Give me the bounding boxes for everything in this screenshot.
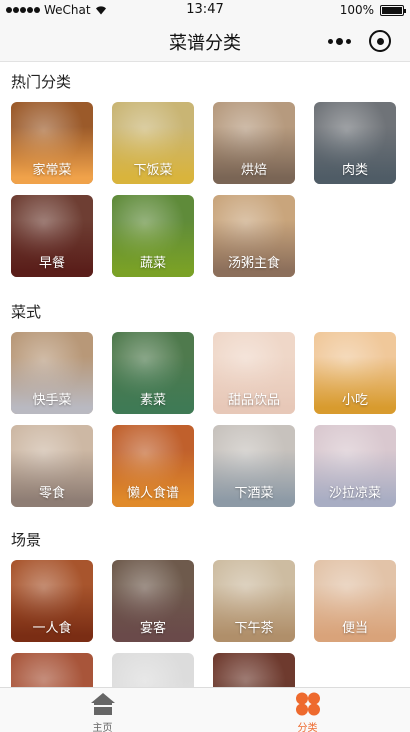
category-label: 宴客	[139, 621, 166, 636]
category-tile[interactable]: 便当	[314, 560, 396, 642]
category-tile[interactable]: 沙拉凉菜	[314, 425, 396, 507]
tab-home-label: 主页	[92, 723, 113, 732]
more-button[interactable]	[325, 32, 353, 50]
close-miniprogram-button[interactable]	[369, 30, 391, 52]
battery-icon	[380, 4, 406, 16]
category-tile[interactable]: 快手菜	[11, 332, 93, 414]
category-label: 懒人食谱	[126, 486, 179, 501]
section-title: 热门分类	[11, 73, 72, 91]
category-tile[interactable]	[112, 653, 194, 687]
nav-bar: 菜谱分类	[0, 20, 410, 62]
category-label: 肉类	[341, 163, 368, 178]
category-label: 零食	[38, 486, 65, 501]
battery-percent: 100%	[339, 3, 374, 17]
tile-color-overlay	[213, 653, 295, 687]
status-right: 100%	[339, 3, 406, 17]
category-label: 下饭菜	[133, 163, 173, 178]
category-tile[interactable]: 甜品饮品	[213, 332, 295, 414]
section-title: 场景	[11, 531, 42, 549]
category-tile[interactable]: 早餐	[11, 195, 93, 277]
section-title: 菜式	[11, 303, 42, 321]
tab-category-label: 分类	[297, 723, 318, 732]
category-tile[interactable]: 素菜	[112, 332, 194, 414]
category-icon	[295, 692, 320, 716]
category-label: 一人食	[32, 621, 72, 636]
tab-home[interactable]: 主页	[0, 688, 205, 732]
category-tile[interactable]: 宴客	[112, 560, 194, 642]
category-label: 甜品饮品	[227, 393, 280, 408]
category-label: 蔬菜	[139, 256, 166, 271]
category-tile[interactable]: 懒人食谱	[112, 425, 194, 507]
tab-bar: 主页 分类	[0, 687, 410, 732]
category-label: 早餐	[38, 256, 65, 271]
category-tile[interactable]: 肉类	[314, 102, 396, 184]
category-label: 小吃	[341, 393, 368, 408]
category-tile[interactable]: 零食	[11, 425, 93, 507]
category-label: 烘焙	[240, 163, 267, 178]
category-label: 家常菜	[32, 163, 72, 178]
category-label: 便当	[341, 621, 368, 636]
category-label: 沙拉凉菜	[328, 486, 381, 501]
category-tile[interactable]: 蔬菜	[112, 195, 194, 277]
home-icon	[90, 693, 115, 715]
category-tile[interactable]: 下饭菜	[112, 102, 194, 184]
status-bar: WeChat 13:47 100%	[0, 0, 410, 20]
category-label: 下午茶	[234, 621, 274, 636]
tab-category[interactable]: 分类	[205, 688, 410, 732]
tile-color-overlay	[112, 653, 194, 687]
category-label: 素菜	[139, 393, 166, 408]
category-content[interactable]: 热门分类家常菜 下饭菜 烘焙 肉类早餐 蔬菜 汤粥主食菜式快手菜 素菜 甜品饮品 小吃零食 懒人食…	[0, 63, 410, 687]
category-label: 汤粥主食	[227, 256, 280, 271]
category-label: 下酒菜	[234, 486, 274, 501]
category-tile[interactable]: 下午茶	[213, 560, 295, 642]
category-tile[interactable]	[11, 653, 93, 687]
tile-color-overlay	[11, 653, 93, 687]
category-tile[interactable]: 家常菜	[11, 102, 93, 184]
category-tile[interactable]: 一人食	[11, 560, 93, 642]
category-tile[interactable]: 下酒菜	[213, 425, 295, 507]
category-tile[interactable]: 汤粥主食	[213, 195, 295, 277]
category-tile[interactable]: 小吃	[314, 332, 396, 414]
category-tile[interactable]	[213, 653, 295, 687]
category-tile[interactable]: 烘焙	[213, 102, 295, 184]
category-label: 快手菜	[32, 393, 72, 408]
